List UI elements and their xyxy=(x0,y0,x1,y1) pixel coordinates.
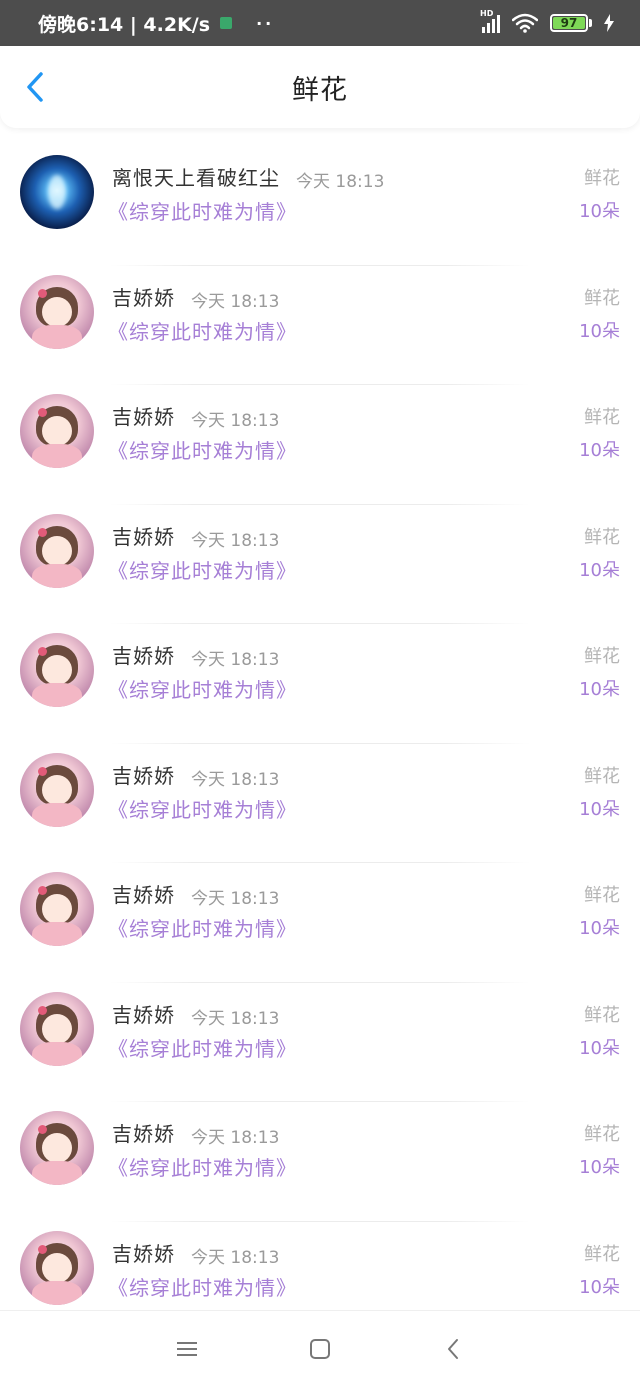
book-title-link[interactable]: 《综穿此时难为情》 xyxy=(108,1033,297,1062)
list-item[interactable]: 离恨天上看破红尘 今天 18:13 《综穿此时难为情》 鲜花 10朵 xyxy=(0,146,640,266)
shield-icon xyxy=(220,17,233,29)
gift-count: 10朵 xyxy=(579,201,620,222)
user-name: 吉娇娇 xyxy=(112,524,175,549)
list-item[interactable]: 吉娇娇 今天 18:13 《综穿此时难为情》 鲜花 10朵 xyxy=(0,385,640,505)
charging-icon xyxy=(604,14,614,32)
gift-count: 10朵 xyxy=(579,918,620,939)
gift-type: 鲜花 xyxy=(584,1243,620,1265)
battery-level: 97 xyxy=(553,16,585,30)
status-bar: 傍晚6:14 | 4.2K/s ·· HD 97 xyxy=(0,0,640,46)
timestamp: 今天 18:13 xyxy=(191,530,280,551)
list-item[interactable]: 吉娇娇 今天 18:13 《综穿此时难为情》 鲜花 10朵 xyxy=(0,624,640,744)
status-right: HD 97 xyxy=(480,9,614,33)
gift-count: 10朵 xyxy=(579,798,620,820)
user-name: 吉娇娇 xyxy=(112,883,175,907)
timestamp: 今天 18:13 xyxy=(191,1247,280,1268)
user-name: 吉娇娇 xyxy=(112,405,175,429)
timestamp: 今天 18:13 xyxy=(296,172,385,192)
timestamp: 今天 18:13 xyxy=(191,650,280,670)
book-title-link[interactable]: 《综穿此时难为情》 xyxy=(108,913,297,942)
gift-type: 鲜花 xyxy=(584,885,620,906)
chevron-left-icon xyxy=(27,72,43,102)
gift-type: 鲜花 xyxy=(584,1124,620,1145)
gift-type: 鲜花 xyxy=(584,526,620,548)
battery-icon: 97 xyxy=(550,14,592,32)
back-arrow-icon xyxy=(448,1339,459,1359)
timestamp: 今天 18:13 xyxy=(191,769,280,790)
list-item[interactable]: 吉娇娇 今天 18:13 《综穿此时难为情》 鲜花 10朵 xyxy=(0,744,640,864)
avatar[interactable] xyxy=(20,513,94,588)
user-name: 离恨天上看破红尘 xyxy=(112,166,280,190)
timestamp: 今天 18:13 xyxy=(191,1008,280,1029)
timestamp: 今天 18:13 xyxy=(191,411,280,431)
avatar[interactable] xyxy=(20,274,94,349)
gift-type: 鲜花 xyxy=(584,646,620,667)
avatar[interactable] xyxy=(20,1230,94,1305)
book-title-link[interactable]: 《综穿此时难为情》 xyxy=(108,196,297,225)
avatar[interactable] xyxy=(20,155,94,229)
system-nav-bar xyxy=(0,1310,640,1387)
gift-count: 10朵 xyxy=(579,679,620,700)
gift-type: 鲜花 xyxy=(584,1004,620,1026)
menu-button[interactable] xyxy=(167,1329,207,1369)
user-name: 吉娇娇 xyxy=(112,1241,175,1266)
timestamp: 今天 18:13 xyxy=(191,889,280,909)
list-item[interactable]: 吉娇娇 今天 18:13 《综穿此时难为情》 鲜花 10朵 xyxy=(0,505,640,625)
signal-hd-label: HD xyxy=(480,9,494,18)
book-title-link[interactable]: 《综穿此时难为情》 xyxy=(108,555,297,584)
book-title-link[interactable]: 《综穿此时难为情》 xyxy=(108,1152,297,1181)
gift-count: 10朵 xyxy=(579,440,620,461)
signal-icon: HD xyxy=(480,9,500,33)
timestamp: 今天 18:13 xyxy=(191,291,280,312)
home-square-icon xyxy=(309,1339,330,1359)
status-left: 傍晚6:14 | 4.2K/s ·· xyxy=(38,10,274,37)
gift-type: 鲜花 xyxy=(584,287,620,309)
status-dots: ·· xyxy=(256,13,275,33)
avatar[interactable] xyxy=(20,991,94,1066)
user-name: 吉娇娇 xyxy=(112,285,175,310)
avatar[interactable] xyxy=(20,872,94,946)
list-item[interactable]: 吉娇娇 今天 18:13 《综穿此时难为情》 鲜花 10朵 xyxy=(0,266,640,386)
back-button[interactable] xyxy=(18,70,52,104)
gift-count: 10朵 xyxy=(579,1157,620,1178)
page-header: 鲜花 xyxy=(0,46,640,128)
list-item[interactable]: 吉娇娇 今天 18:13 《综穿此时难为情》 鲜花 10朵 xyxy=(0,863,640,983)
book-title-link[interactable]: 《综穿此时难为情》 xyxy=(108,316,297,345)
user-name: 吉娇娇 xyxy=(112,644,175,668)
wifi-icon xyxy=(512,13,538,33)
home-button[interactable] xyxy=(300,1329,340,1369)
user-name: 吉娇娇 xyxy=(112,1002,175,1027)
avatar[interactable] xyxy=(20,394,94,468)
gift-type: 鲜花 xyxy=(584,168,620,189)
avatar[interactable] xyxy=(20,752,94,827)
list-item[interactable]: 吉娇娇 今天 18:13 《综穿此时难为情》 鲜花 10朵 xyxy=(0,983,640,1103)
list-item[interactable]: 吉娇娇 今天 18:13 《综穿此时难为情》 鲜花 10朵 xyxy=(0,1102,640,1222)
avatar[interactable] xyxy=(20,633,94,707)
gift-type: 鲜花 xyxy=(584,765,620,787)
menu-icon xyxy=(176,1342,197,1356)
status-time: 傍晚6:14 | 4.2K/s xyxy=(38,13,211,36)
timestamp: 今天 18:13 xyxy=(191,1128,280,1148)
page-title: 鲜花 xyxy=(292,74,348,106)
book-title-link[interactable]: 《综穿此时难为情》 xyxy=(108,794,297,823)
gift-count: 10朵 xyxy=(579,320,620,342)
avatar[interactable] xyxy=(20,1111,94,1185)
book-title-link[interactable]: 《综穿此时难为情》 xyxy=(108,435,297,464)
gift-count: 10朵 xyxy=(579,559,620,581)
user-name: 吉娇娇 xyxy=(112,763,175,788)
gift-type: 鲜花 xyxy=(584,407,620,428)
gift-list: 离恨天上看破红尘 今天 18:13 《综穿此时难为情》 鲜花 10朵 吉娇娇 今天 18:1… xyxy=(0,146,640,1341)
book-title-link[interactable]: 《综穿此时难为情》 xyxy=(108,1272,297,1301)
user-name: 吉娇娇 xyxy=(112,1122,175,1146)
book-title-link[interactable]: 《综穿此时难为情》 xyxy=(108,674,297,703)
gift-count: 10朵 xyxy=(579,1276,620,1298)
gift-count: 10朵 xyxy=(579,1037,620,1059)
back-nav-button[interactable] xyxy=(433,1329,473,1369)
